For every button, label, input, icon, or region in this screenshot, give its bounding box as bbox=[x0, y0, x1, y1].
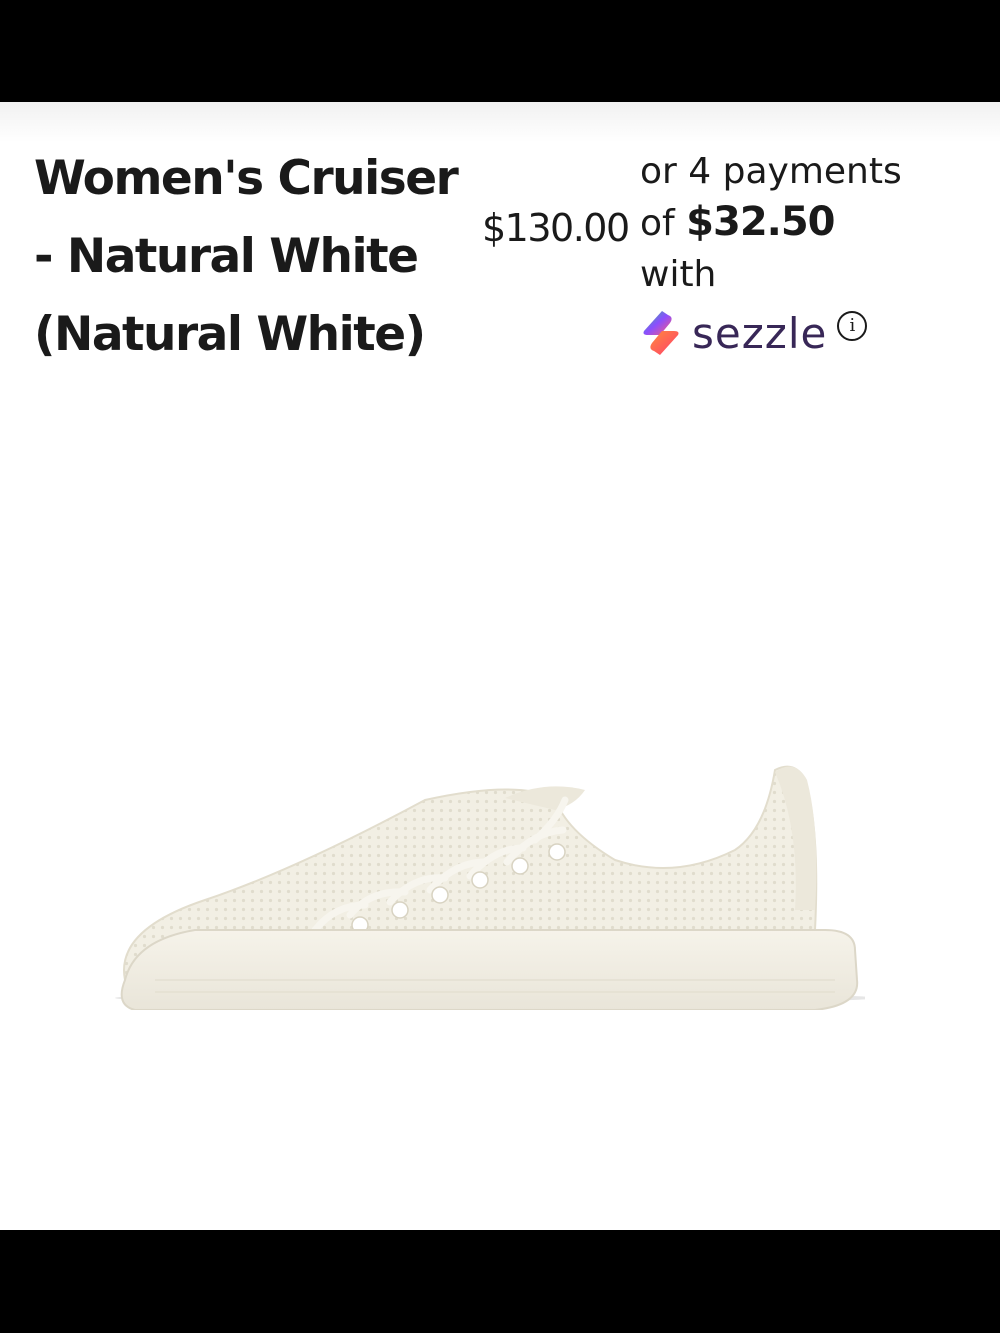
sezzle-logo-icon bbox=[643, 311, 679, 355]
info-icon[interactable]: i bbox=[837, 311, 868, 341]
product-price: $130.00 bbox=[482, 206, 630, 250]
sezzle-line-2: of $32.50 bbox=[640, 197, 980, 249]
sezzle-logo[interactable]: sezzle i bbox=[640, 308, 868, 358]
installment-amount: $32.50 bbox=[686, 199, 835, 245]
of-label: of bbox=[640, 203, 675, 244]
navigation-bar-area bbox=[0, 1230, 1000, 1333]
sezzle-line-3: with bbox=[640, 254, 717, 295]
product-title: Women's Cruiser - Natural White (Natural… bbox=[34, 151, 459, 362]
sneaker-image bbox=[115, 765, 865, 1010]
product-page: Women's Cruiser - Natural White (Natural… bbox=[0, 102, 1000, 1230]
sezzle-line-1: or 4 payments bbox=[640, 151, 902, 192]
sezzle-wordmark: sezzle bbox=[692, 308, 828, 358]
status-bar-area bbox=[0, 0, 1000, 102]
sezzle-installment-text: or 4 payments of $32.50 with bbox=[640, 146, 980, 300]
